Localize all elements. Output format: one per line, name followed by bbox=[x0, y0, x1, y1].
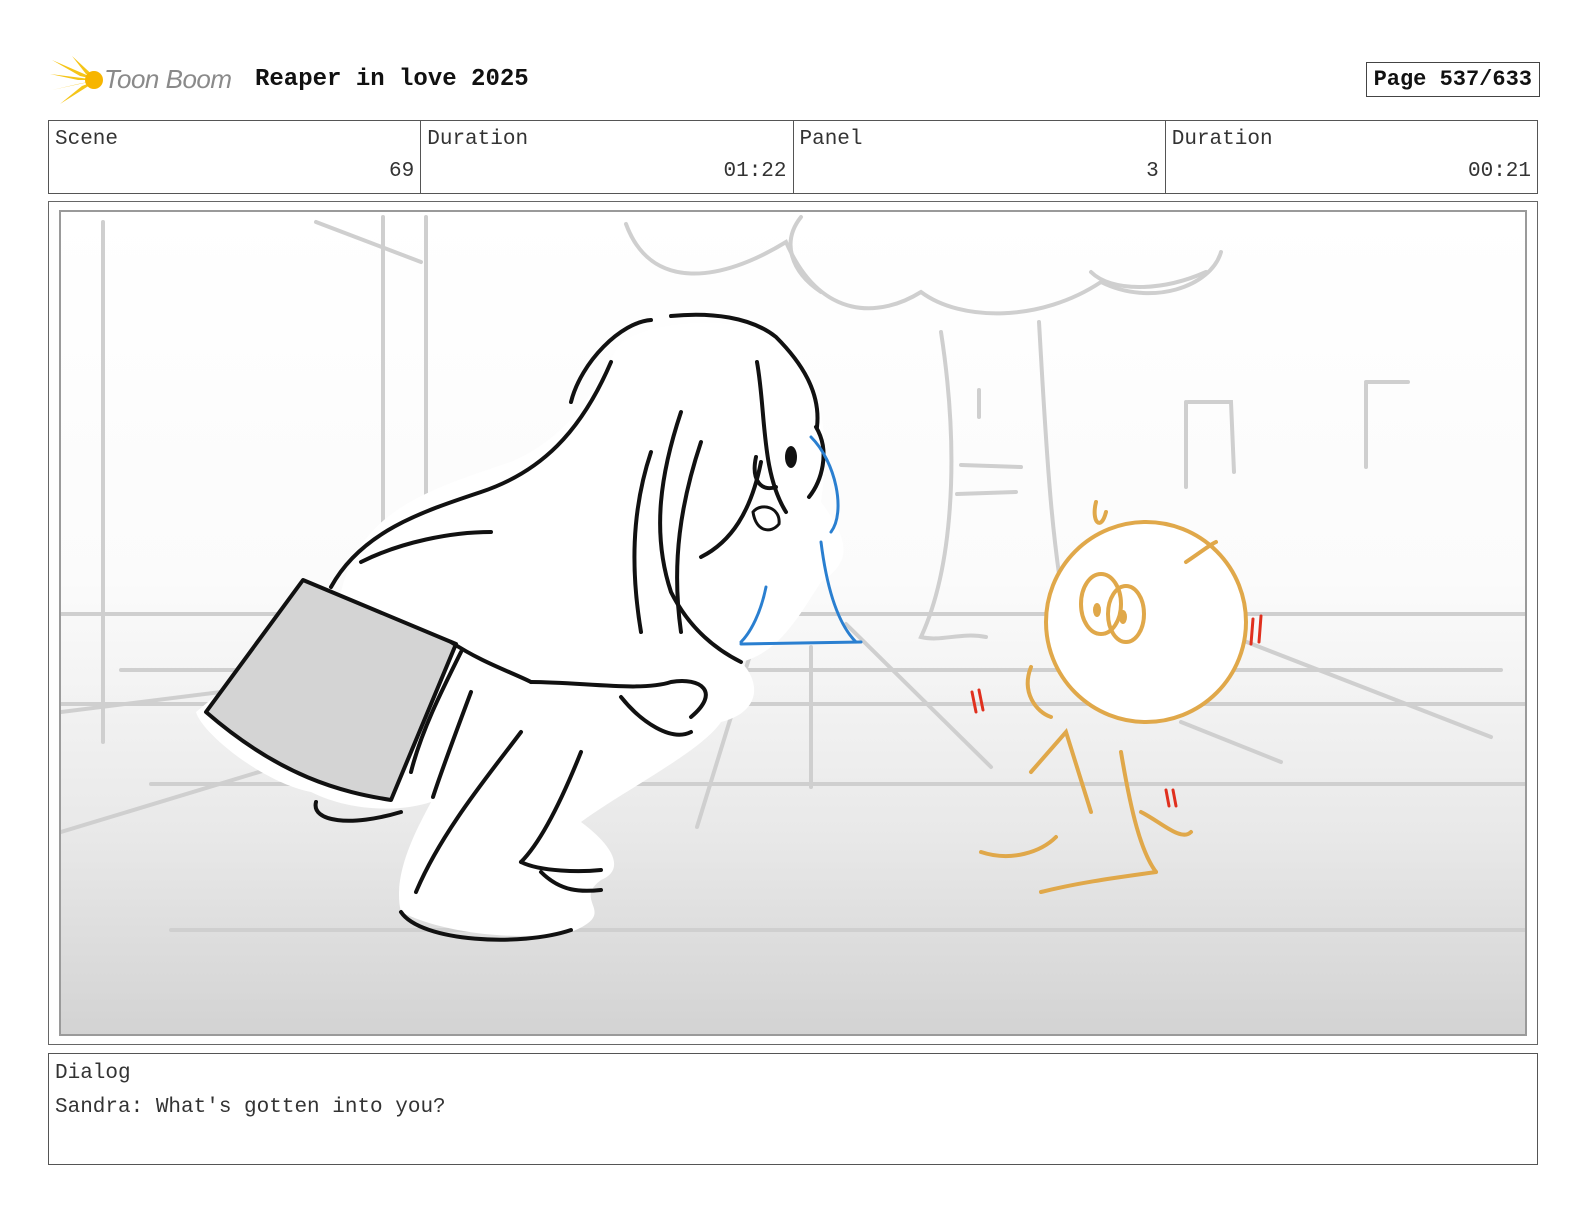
girl-character bbox=[196, 312, 844, 942]
project-title: Reaper in love 2025 bbox=[255, 66, 529, 93]
panel-value: 3 bbox=[1146, 160, 1159, 183]
dialog-text: Sandra: What's gotten into you? bbox=[55, 1096, 446, 1119]
scene-cell: Scene 69 bbox=[49, 121, 422, 193]
girl-eye bbox=[785, 446, 797, 468]
scene-duration-cell: Duration 01:22 bbox=[421, 121, 794, 193]
sketch-drawing bbox=[61, 215, 1525, 942]
panel-label: Panel bbox=[799, 128, 863, 151]
creature-character bbox=[979, 500, 1248, 894]
toon-boom-logo: Toon Boom bbox=[50, 54, 240, 106]
dialog-box: Dialog Sandra: What's gotten into you? bbox=[48, 1053, 1538, 1165]
panel-drawing-area bbox=[59, 210, 1527, 1036]
scene-duration-label: Duration bbox=[427, 128, 529, 151]
logo-text: Toon Boom bbox=[104, 64, 232, 94]
panel-duration-value: 00:21 bbox=[1467, 160, 1531, 183]
storyboard-panel bbox=[48, 201, 1538, 1045]
panel-duration-label: Duration bbox=[1171, 128, 1273, 151]
info-bar: Scene 69 Duration 01:22 Panel 3 Duration… bbox=[48, 120, 1538, 194]
panel-duration-cell: Duration 00:21 bbox=[1166, 121, 1537, 193]
panel-cell: Panel 3 bbox=[794, 121, 1166, 193]
dialog-label: Dialog bbox=[55, 1062, 131, 1085]
starburst-icon bbox=[50, 56, 103, 104]
scene-duration-value: 01:22 bbox=[723, 160, 787, 183]
page-number: Page 537/633 bbox=[1365, 62, 1540, 97]
scene-label: Scene bbox=[55, 128, 119, 151]
scene-value: 69 bbox=[389, 160, 415, 183]
page-header: Toon Boom Reaper in love 2025 Page 537/6… bbox=[50, 54, 1540, 110]
